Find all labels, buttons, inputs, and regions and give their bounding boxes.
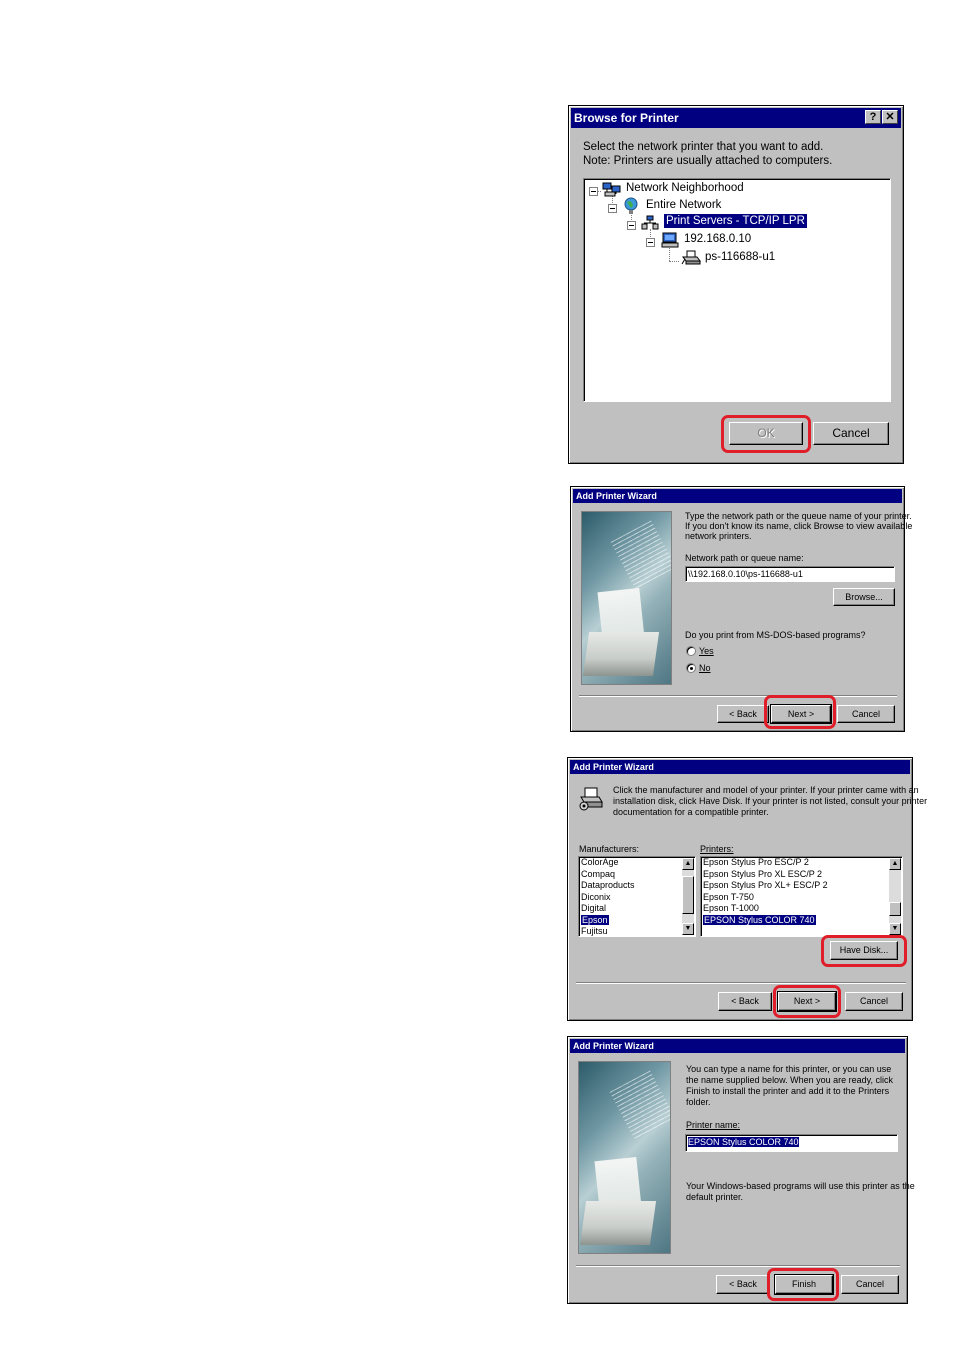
printers-list[interactable]: Epson Stylus Pro ESC/P 2 Epson Stylus Pr…	[700, 856, 903, 937]
intro-line-2: If you don't know its name, click Browse…	[685, 521, 913, 531]
scroll-down-arrow-icon[interactable]: ▼	[889, 923, 901, 935]
list-item[interactable]: ColorAge	[579, 857, 695, 869]
printer-setup-icon	[578, 786, 604, 815]
network-path-input[interactable]: \\192.168.0.10\ps-116688-u1	[685, 566, 895, 582]
scroll-up-arrow-icon[interactable]: ▲	[682, 858, 694, 870]
printer-name-input[interactable]: EPSON Stylus COLOR 740	[685, 1134, 898, 1152]
selected-text: EPSON Stylus COLOR 740	[688, 1137, 799, 1147]
default-line-1: Your Windows-based programs will use thi…	[686, 1181, 915, 1191]
printer-name-label: Printer name:	[686, 1120, 741, 1130]
globe-icon	[622, 197, 640, 218]
list-item[interactable]: Epson Stylus Pro XL+ ESC/P 2	[701, 880, 902, 892]
collapse-toggle[interactable]	[589, 187, 598, 196]
instruction-line-2: Note: Printers are usually attached to c…	[583, 155, 833, 167]
no-label: No	[699, 663, 711, 673]
no-radio[interactable]	[686, 663, 696, 673]
collapse-toggle[interactable]	[608, 204, 617, 213]
tree-item-network-neighborhood[interactable]: Network Neighborhood	[626, 182, 744, 194]
help-button[interactable]: ?	[865, 110, 881, 124]
intro-line-4: folder.	[686, 1097, 711, 1107]
next-button[interactable]: Next >	[777, 991, 837, 1012]
dialog-title: Add Printer Wizard	[576, 491, 657, 501]
list-item-selected[interactable]: EPSON Stylus COLOR 740	[701, 914, 902, 927]
separator	[579, 695, 897, 697]
list-item[interactable]: Epson T-750	[701, 892, 902, 904]
manufacturers-label: Manufacturers:	[579, 844, 640, 854]
collapse-toggle[interactable]	[646, 238, 655, 247]
dialog-title: Add Printer Wizard	[573, 762, 654, 772]
tree-item-computer[interactable]: 192.168.0.10	[684, 233, 751, 245]
browse-for-printer-dialog: Browse for Printer ? ✕ Select the networ…	[568, 105, 904, 464]
finish-button[interactable]: Finish	[774, 1274, 834, 1295]
scroll-thumb[interactable]	[889, 902, 901, 916]
intro-line-3: documentation for a compatible printer.	[613, 807, 769, 817]
print-server-icon	[641, 215, 659, 234]
wizard-printer-image	[581, 511, 672, 685]
scroll-thumb[interactable]	[682, 876, 694, 914]
tree-item-print-servers[interactable]: Print Servers - TCP/IP LPR	[663, 213, 808, 229]
list-item[interactable]: Dataproducts	[579, 880, 695, 892]
browse-button[interactable]: Browse...	[833, 588, 895, 606]
intro-line-1: Click the manufacturer and model of your…	[613, 785, 919, 795]
back-button[interactable]: < Back	[718, 992, 772, 1011]
intro-line-1: Type the network path or the queue name …	[685, 511, 912, 521]
title-bar: Add Printer Wizard	[570, 760, 910, 774]
msdos-question: Do you print from MS-DOS-based programs?	[685, 630, 866, 640]
next-button[interactable]: Next >	[770, 704, 832, 724]
collapse-toggle[interactable]	[627, 221, 636, 230]
ok-button[interactable]: OK	[729, 422, 803, 445]
back-button[interactable]: < Back	[717, 705, 769, 723]
network-neighborhood-icon	[602, 182, 622, 201]
cancel-button[interactable]: Cancel	[841, 1275, 899, 1294]
list-item[interactable]: Diconix	[579, 892, 695, 904]
intro-line-3: network printers.	[685, 531, 752, 541]
default-line-2: default printer.	[686, 1192, 744, 1202]
add-printer-wizard-name-dialog: Add Printer Wizard You can type a name f…	[567, 1036, 915, 1304]
list-item-selected[interactable]: Epson	[579, 914, 695, 927]
list-item[interactable]: Epson Stylus Pro XL ESC/P 2	[701, 869, 902, 881]
tree-item-printer[interactable]: ps-116688-u1	[705, 251, 775, 263]
intro-line-2: installation disk, click Have Disk. If y…	[613, 796, 928, 806]
title-bar: Add Printer Wizard	[573, 489, 902, 503]
printers-label: Printers:	[700, 844, 734, 854]
title-bar: Add Printer Wizard	[570, 1039, 905, 1053]
back-button[interactable]: < Back	[716, 1275, 770, 1294]
add-printer-wizard-model-dialog: Add Printer Wizard Click the manufacture…	[567, 757, 927, 1021]
computer-icon	[661, 232, 679, 251]
intro-line-2: the name supplied below. When you are re…	[686, 1075, 893, 1085]
dialog-title: Browse for Printer	[574, 111, 679, 125]
separator	[576, 1265, 900, 1267]
scrollbar[interactable]: ▲ ▼	[682, 858, 694, 935]
scrollbar[interactable]: ▲ ▼	[889, 858, 901, 935]
instruction-line-1: Select the network printer that you want…	[583, 141, 824, 153]
list-item[interactable]: Digital	[579, 903, 695, 915]
tree-item-entire-network[interactable]: Entire Network	[646, 199, 721, 211]
list-item[interactable]: Epson T-1000	[701, 903, 902, 915]
list-item[interactable]: Compaq	[579, 869, 695, 881]
dialog-title: Add Printer Wizard	[573, 1041, 654, 1051]
have-disk-button[interactable]: Have Disk...	[830, 941, 898, 960]
close-button[interactable]: ✕	[882, 110, 898, 124]
intro-line-3: Finish to install the printer and add it…	[686, 1086, 890, 1096]
list-item[interactable]: Fujitsu	[579, 926, 695, 936]
printer-icon	[681, 250, 701, 269]
cancel-button[interactable]: Cancel	[845, 992, 903, 1011]
cancel-button[interactable]: Cancel	[813, 422, 889, 445]
intro-line-1: You can type a name for this printer, or…	[686, 1064, 892, 1074]
manufacturers-list[interactable]: ColorAge Compaq Dataproducts Diconix Dig…	[578, 856, 696, 937]
separator	[576, 982, 906, 984]
network-tree[interactable]: Network Neighborhood Entire Network Prin…	[583, 178, 891, 402]
cancel-button[interactable]: Cancel	[837, 705, 895, 723]
yes-radio[interactable]	[686, 646, 696, 656]
selected-tree-label: Print Servers - TCP/IP LPR	[663, 213, 808, 229]
scroll-down-arrow-icon[interactable]: ▼	[682, 923, 694, 935]
yes-label: Yes	[699, 646, 714, 656]
scroll-up-arrow-icon[interactable]: ▲	[889, 858, 901, 870]
title-bar: Browse for Printer ? ✕	[571, 108, 901, 128]
wizard-printer-image	[578, 1061, 671, 1254]
add-printer-wizard-path-dialog: Add Printer Wizard Type the network path…	[570, 486, 912, 732]
path-label: Network path or queue name:	[685, 553, 804, 563]
list-item[interactable]: Epson Stylus Pro ESC/P 2	[701, 857, 902, 869]
